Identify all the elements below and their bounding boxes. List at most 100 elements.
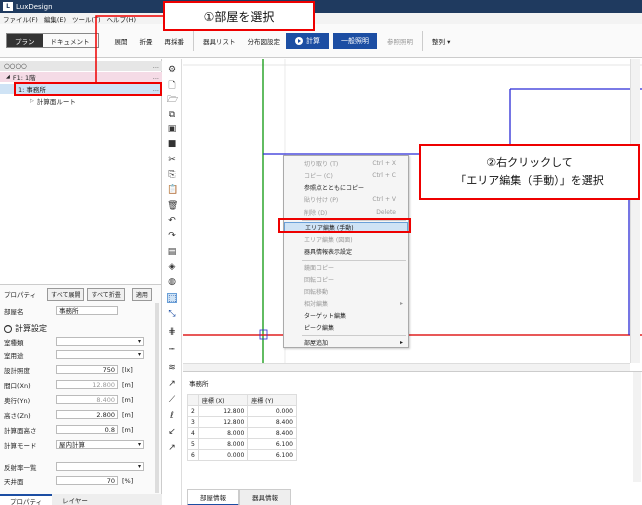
tab-properties[interactable]: プロパティ — [0, 494, 53, 505]
table-row[interactable]: 5 8.000 6.100 — [187, 438, 297, 450]
cell-x[interactable]: 12.800 — [197, 416, 249, 428]
chevron-up-icon[interactable]: ^ — [4, 324, 12, 333]
collapse-all-button[interactable]: すべて折畳 — [87, 287, 125, 301]
menu-item-copy-with-ref[interactable]: 参照点とともにコピー — [284, 182, 408, 193]
menu-item-edit-area-drawing[interactable]: エリア編集 (図面) — [284, 234, 408, 245]
menu-item-label: ターゲット編集 — [304, 313, 347, 320]
menu-item-rotate-copy[interactable]: 回転コピー — [284, 274, 408, 285]
layers-icon[interactable]: ◈ — [167, 262, 177, 272]
expand-all-button[interactable]: すべて展開 — [47, 287, 85, 301]
height-input[interactable]: 2.800 — [56, 410, 118, 419]
room-select-icon[interactable]: ⬚ — [167, 293, 177, 304]
unit-label: [m] — [122, 425, 134, 434]
cell-y[interactable]: 8.400 — [247, 427, 297, 439]
menu-item-fixture-info-display[interactable]: 器具情報表示設定 — [284, 246, 408, 257]
menu-item-cut[interactable]: 切り取り (T) Ctrl + X — [284, 158, 408, 169]
copy-icon[interactable]: ⎘ — [167, 170, 177, 180]
room-name-input[interactable]: 事務所 — [56, 306, 118, 315]
prop-label: 反射率一覧 — [4, 463, 37, 472]
table-row[interactable]: 2 12.800 0.000 — [187, 405, 297, 417]
open-file-icon[interactable]: 🗁 — [167, 95, 178, 105]
cell-y[interactable]: 0.000 — [247, 405, 297, 417]
dimension-arrow-icon[interactable]: ↗ — [167, 443, 177, 453]
room-type-select[interactable] — [56, 337, 144, 346]
cell-y[interactable]: 6.100 — [247, 449, 297, 461]
prop-label: 設計照度 — [4, 366, 30, 375]
menu-item-label: 回転コピー — [304, 277, 335, 284]
menu-item-add-room[interactable]: 部屋追加 ▸ — [284, 337, 408, 348]
label-tool-icon[interactable]: ℓ — [167, 411, 177, 421]
menu-item-label: 器具情報表示設定 — [304, 249, 353, 256]
design-lux-input[interactable]: 750 — [56, 365, 118, 374]
tab-layers[interactable]: レイヤー — [52, 494, 98, 505]
diagonal-line-icon[interactable]: ⟋ — [167, 395, 177, 405]
menu-item-delete[interactable]: 削除 (D) Delete — [284, 207, 408, 218]
menu-item-paste[interactable]: 貼り付け (P) Ctrl + V — [284, 194, 408, 205]
canvas-vertical-scrollbar[interactable] — [630, 59, 640, 363]
tab-room-info[interactable]: 部屋情報 — [187, 489, 239, 505]
calc-mode-select[interactable]: 屋内計算 — [56, 440, 144, 449]
diagonal-arrow-icon[interactable]: ↗ — [167, 379, 177, 389]
calc-settings-section[interactable]: ^ 計算設定 — [4, 323, 47, 334]
submenu-arrow-icon: ▸ — [399, 339, 403, 346]
depth-input[interactable]: 8.400 — [56, 395, 118, 404]
tab-fixture-info[interactable]: 器具情報 — [239, 489, 291, 505]
room-use-select[interactable] — [56, 350, 144, 359]
shortcut-label: Ctrl + C — [372, 172, 396, 179]
prop-ceiling: 天井面 70 [%] — [4, 475, 152, 486]
table-row[interactable]: 6 0.000 6.100 — [187, 449, 297, 461]
menu-item-highlight-box — [278, 218, 411, 233]
cell-x[interactable]: 0.000 — [197, 449, 249, 461]
menu-item-mirror-copy[interactable]: 鏡面コピー — [284, 262, 408, 273]
grid-icon[interactable]: ⋕ — [167, 327, 177, 337]
pointer-tool-icon[interactable]: ⤡ — [167, 309, 177, 319]
cell-x[interactable]: 12.800 — [197, 405, 249, 417]
menu-item-copy[interactable]: コピー (C) Ctrl + C — [284, 170, 408, 181]
cell-x[interactable]: 8.000 — [197, 438, 249, 450]
save-as-icon[interactable]: ⧉ — [167, 110, 177, 120]
ceiling-input[interactable]: 70 — [56, 476, 118, 485]
save-icon[interactable]: ■ — [167, 139, 177, 149]
menu-item-target-edit[interactable]: ターゲット編集 — [284, 310, 408, 321]
new-file-icon[interactable]: 🗋 — [167, 81, 177, 91]
apply-button[interactable]: 適用 — [131, 287, 152, 301]
table-row[interactable]: 4 8.000 8.400 — [187, 427, 297, 439]
arrow-measure-icon[interactable]: ↙ — [167, 427, 177, 437]
redo-icon[interactable]: ↷ — [167, 231, 177, 241]
prop-room-name: 部屋名 事務所 — [4, 305, 152, 316]
ruler-icon[interactable]: ┉ — [167, 345, 177, 355]
properties-scrollbar[interactable] — [155, 303, 159, 493]
delete-icon[interactable]: 🗑 — [167, 201, 178, 211]
cell-y[interactable]: 8.400 — [247, 416, 297, 428]
gear-icon[interactable]: ⚙ — [167, 65, 177, 75]
drawing-canvas[interactable] — [183, 59, 642, 363]
building-icon[interactable]: ▤ — [167, 247, 177, 257]
table-row[interactable]: 3 12.800 8.400 — [187, 416, 297, 428]
callout1-connector — [95, 15, 163, 83]
coordinates-panel: 事務所 座標 (X) 座標 (Y) 2 12.800 0.000 3 12.80… — [183, 371, 642, 505]
work-plane-input[interactable]: 0.8 — [56, 425, 118, 434]
table-scrollbar[interactable] — [633, 372, 641, 482]
cell-y[interactable]: 6.100 — [247, 438, 297, 450]
sphere-icon[interactable]: ◍ — [167, 277, 177, 287]
stack-icon[interactable]: ≋ — [167, 363, 177, 373]
menu-item-relative-edit[interactable]: 相対編集 ▸ — [284, 298, 408, 309]
canvas-horizontal-scrollbar[interactable] — [183, 363, 630, 371]
cut-icon[interactable]: ✂ — [167, 155, 177, 165]
menu-item-label: エリア編集 (図面) — [304, 237, 353, 244]
row-index: 5 — [187, 438, 199, 450]
undo-icon[interactable]: ↶ — [167, 216, 177, 226]
callout-step1: ①部屋を選択 — [163, 1, 315, 31]
width-input[interactable]: 12.800 — [56, 380, 118, 389]
properties-panel: プロパティ すべて展開 すべて折畳 適用 部屋名 事務所 ^ 計算設定 室種類 … — [0, 284, 162, 505]
menu-item-peak-edit[interactable]: ピーク編集 — [284, 322, 408, 333]
prop-label: 奥行(Yn) — [4, 396, 31, 405]
callout-step2: ②右クリックして 「エリア編集（手動）」を選択 — [419, 144, 640, 200]
reflectance-select[interactable] — [56, 462, 144, 471]
menu-item-rotate-move[interactable]: 回転移動 — [284, 286, 408, 297]
prop-room-type: 室種類 — [4, 336, 152, 347]
paste-icon[interactable]: 📋 — [167, 185, 178, 195]
save-all-icon[interactable]: ▣ — [167, 124, 177, 134]
canvas-drawing — [183, 59, 642, 363]
cell-x[interactable]: 8.000 — [197, 427, 249, 439]
